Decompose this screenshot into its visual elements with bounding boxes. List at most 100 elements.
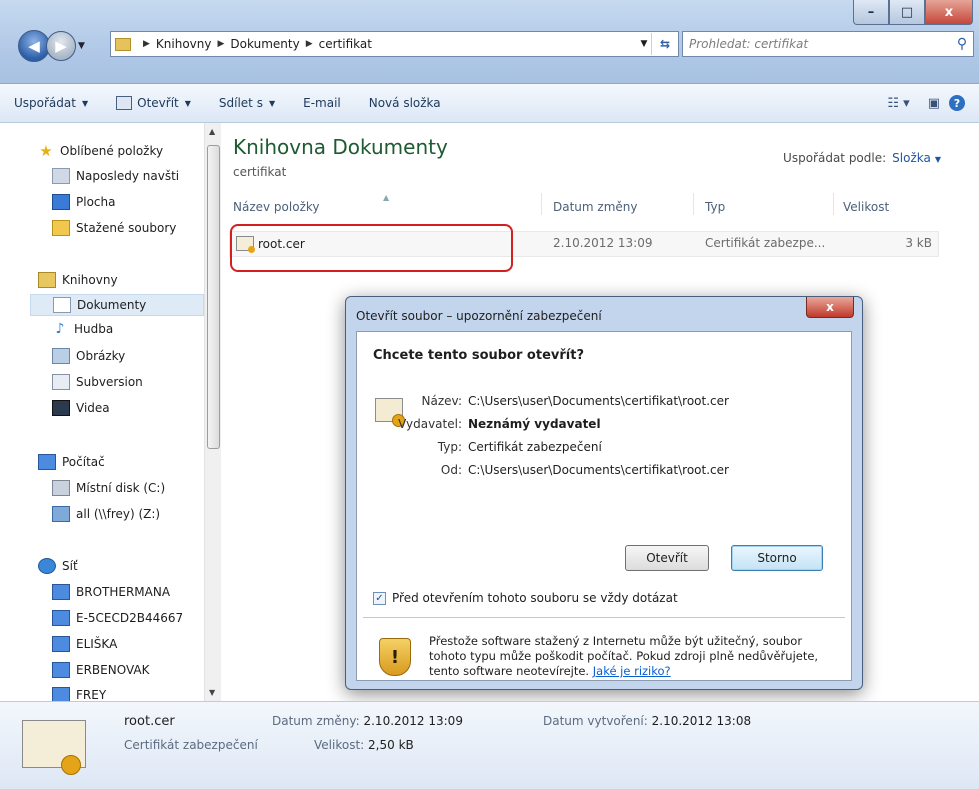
nav-downloads[interactable]: Stažené soubory — [52, 220, 176, 236]
nav-host[interactable]: ERBENOVAK — [52, 662, 149, 678]
column-date[interactable]: Datum změny — [553, 200, 638, 214]
column-divider[interactable] — [833, 193, 834, 215]
open-app-icon — [116, 96, 133, 110]
nav-local-disk[interactable]: Místní disk (C:) — [52, 480, 165, 496]
email-label: E-mail — [303, 96, 341, 110]
computer-icon — [38, 454, 56, 470]
breadcrumb-separator-icon: ▶ — [305, 39, 313, 49]
close-button[interactable]: x — [925, 0, 973, 25]
arrange-by[interactable]: Uspořádat podle: Složka ▼ — [783, 151, 941, 165]
breadcrumb-certifikat[interactable]: certifikat — [319, 37, 372, 51]
computer-icon — [52, 687, 70, 701]
new-folder-button[interactable]: Nová složka — [369, 96, 441, 110]
organize-button[interactable]: Uspořádat ▼ — [14, 96, 88, 110]
details-pane: root.cer Certifikát zabezpečení Datum zm… — [0, 701, 979, 789]
subversion-icon — [52, 374, 70, 390]
details-size-value: 2,50 kB — [368, 738, 414, 752]
history-dropdown-icon[interactable]: ▼ — [78, 41, 85, 51]
nav-libraries-label: Knihovny — [62, 273, 118, 287]
refresh-icon[interactable]: ⇆ — [651, 33, 678, 55]
nav-videos[interactable]: Videa — [52, 400, 110, 416]
nav-pictures-label: Obrázky — [76, 349, 126, 363]
star-icon: ★ — [39, 142, 53, 160]
breadcrumb-documents[interactable]: Dokumenty — [230, 37, 299, 51]
search-placeholder: Prohledat: certifikat — [689, 37, 809, 51]
nav-documents[interactable]: Dokumenty — [30, 294, 204, 316]
nav-libraries[interactable]: Knihovny — [38, 272, 118, 288]
scrollbar-thumb[interactable] — [207, 145, 220, 449]
maximize-button[interactable]: □ — [889, 0, 925, 25]
view-options-icon[interactable]: ☷ ▾ — [887, 96, 909, 111]
nav-recent[interactable]: Naposledy navšti — [52, 168, 179, 184]
nav-desktop[interactable]: Plocha — [52, 194, 115, 210]
scroll-up-icon[interactable]: ▲ — [209, 127, 215, 136]
help-icon[interactable]: ? — [949, 95, 965, 111]
dialog-close-button[interactable]: x — [806, 297, 854, 318]
organize-label: Uspořádat — [14, 96, 76, 110]
breadcrumb-libraries[interactable]: Knihovny — [156, 37, 212, 51]
risk-link[interactable]: Jaké je riziko? — [593, 664, 671, 678]
new-folder-label: Nová složka — [368, 96, 441, 110]
nav-videos-label: Videa — [76, 401, 110, 415]
nav-host-label: FREY — [76, 688, 107, 701]
nav-host[interactable]: E-5CECD2B44667 — [52, 610, 183, 626]
field-publisher: Vydavatel: Neznámý vydavatel — [357, 417, 600, 431]
open-button[interactable]: Otevřít ▼ — [116, 96, 191, 110]
always-ask-checkbox[interactable]: ✓ Před otevřením tohoto souboru se vždy … — [373, 591, 678, 605]
chevron-down-icon: ▼ — [268, 98, 276, 108]
title-bar: – □ x ◀ ▶ ▼ ▶ Knihovny ▶ Dokumenty ▶ cer… — [0, 0, 979, 84]
nav-network[interactable]: Síť — [38, 558, 78, 574]
nav-host[interactable]: BROTHERMANA — [52, 584, 170, 600]
field-type: Typ: Certifikát zabezpečení — [357, 440, 602, 454]
cancel-button[interactable]: Storno — [731, 545, 823, 571]
nav-computer-label: Počítač — [62, 455, 105, 469]
details-created-label: Datum vytvoření: — [543, 714, 648, 728]
forward-arrow-icon: ▶ — [55, 37, 67, 55]
column-divider[interactable] — [541, 193, 542, 215]
back-arrow-icon: ◀ — [28, 37, 40, 55]
share-button[interactable]: Sdílet s ▼ — [219, 96, 275, 110]
forward-button[interactable]: ▶ — [46, 31, 76, 61]
search-icon[interactable]: ⚲ — [951, 36, 973, 52]
open-file-button[interactable]: Otevřít — [625, 545, 709, 571]
desktop-icon — [52, 194, 70, 210]
nav-host-label: ERBENOVAK — [76, 663, 150, 677]
nav-subversion[interactable]: Subversion — [52, 374, 143, 390]
highlight-annotation — [230, 224, 513, 272]
nav-host[interactable]: FREY — [52, 687, 106, 701]
nav-favorites[interactable]: ★ Oblíbené položky — [38, 142, 164, 160]
column-divider[interactable] — [693, 193, 694, 215]
computer-icon — [52, 584, 70, 600]
nav-favorites-label: Oblíbené položky — [60, 144, 164, 158]
arrange-label: Uspořádat podle: — [783, 151, 887, 165]
pictures-icon — [52, 348, 70, 364]
nav-computer[interactable]: Počítač — [38, 454, 105, 470]
address-dropdown-icon[interactable]: ▼ — [637, 39, 651, 49]
preview-pane-icon[interactable]: ▣ — [928, 96, 940, 111]
nav-desktop-label: Plocha — [76, 195, 116, 209]
field-label: Od: — [440, 463, 462, 477]
column-type[interactable]: Typ — [705, 200, 725, 214]
minimize-button[interactable]: – — [853, 0, 889, 25]
details-file-name: root.cer — [124, 714, 175, 729]
address-bar[interactable]: ▶ Knihovny ▶ Dokumenty ▶ certifikat ▼ ⇆ — [110, 31, 679, 57]
dialog-body: Chcete tento soubor otevřít? Název: C:\U… — [356, 331, 852, 681]
open-label: Otevřít — [137, 96, 179, 110]
column-size[interactable]: Velikost — [843, 200, 889, 214]
nav-pictures[interactable]: Obrázky — [52, 348, 125, 364]
search-box[interactable]: Prohledat: certifikat ⚲ — [682, 31, 974, 57]
email-button[interactable]: E-mail — [303, 96, 341, 110]
nav-music[interactable]: ♪ Hudba — [52, 322, 114, 336]
checkbox-checked-icon[interactable]: ✓ — [373, 591, 386, 605]
nav-host[interactable]: ELIŠKA — [52, 636, 117, 652]
field-from: Od: C:\Users\user\Documents\certifikat\r… — [357, 463, 729, 477]
toolbar-right: ☷ ▾ ▣ ? — [878, 95, 979, 111]
column-name[interactable]: Název položky — [233, 200, 319, 214]
field-label: Vydavatel: — [398, 417, 462, 431]
chevron-down-icon: ▼ — [184, 98, 191, 108]
nav-scrollbar[interactable]: ▲ ▼ — [204, 123, 221, 701]
scroll-down-icon[interactable]: ▼ — [209, 688, 215, 697]
arrange-value[interactable]: Složka — [892, 151, 931, 165]
nav-network-drive[interactable]: all (\\frey) (Z:) — [52, 506, 160, 522]
hard-disk-icon — [52, 480, 70, 496]
